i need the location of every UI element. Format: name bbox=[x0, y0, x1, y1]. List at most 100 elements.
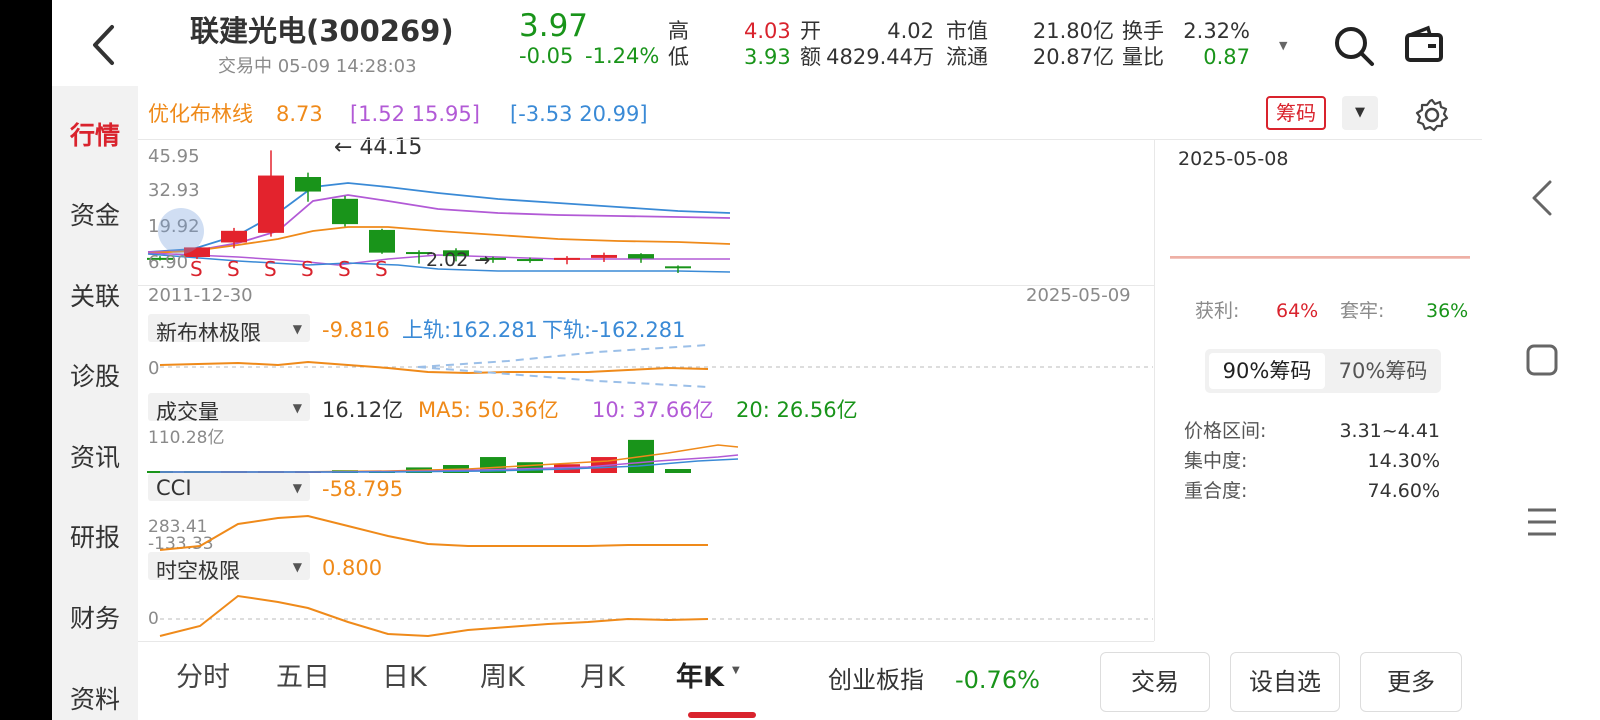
turnover-label: 换手 bbox=[1122, 19, 1164, 43]
chevron-down-icon: ▼ bbox=[292, 322, 302, 336]
concentration-label: 集中度: bbox=[1184, 450, 1248, 472]
add-watchlist-button[interactable]: 设自选 bbox=[1230, 652, 1340, 712]
tab-intraday[interactable]: 分时 bbox=[176, 655, 230, 694]
concentration-value: 14.30% bbox=[1367, 450, 1440, 472]
chevron-down-icon: ▼ bbox=[292, 401, 302, 415]
float-label: 流通 bbox=[946, 45, 988, 69]
chart-divider-vertical bbox=[1154, 139, 1155, 641]
trade-button[interactable]: 交易 bbox=[1100, 652, 1210, 712]
tab-five-day[interactable]: 五日 bbox=[276, 655, 330, 694]
system-home-icon[interactable] bbox=[1526, 344, 1558, 379]
nav-item-quotes[interactable]: 行情 bbox=[52, 116, 138, 152]
candle-body bbox=[628, 254, 654, 259]
indicator-range-2: [-3.53 20.99] bbox=[510, 102, 648, 126]
profit-label: 获利: bbox=[1195, 300, 1240, 322]
bollinger-lower: 下轨:-162.281 bbox=[542, 318, 686, 342]
chart-divider-top bbox=[138, 139, 1528, 140]
tab-weekly-k[interactable]: 周K bbox=[480, 655, 525, 694]
candle-body bbox=[665, 266, 691, 269]
bollinger-selector[interactable]: 新布林极限 ▼ bbox=[148, 314, 310, 345]
more-button[interactable]: 更多 bbox=[1360, 652, 1462, 712]
spacetime-chart[interactable] bbox=[138, 588, 1153, 638]
cci-selector[interactable]: CCI ▼ bbox=[148, 473, 310, 501]
nav-item-related[interactable]: 关联 bbox=[52, 277, 138, 313]
indicator-value: 8.73 bbox=[276, 102, 323, 126]
wallet-icon[interactable] bbox=[1404, 24, 1444, 67]
candle-body bbox=[591, 254, 617, 258]
system-menu-icon[interactable] bbox=[1526, 506, 1558, 541]
tab-chips-70[interactable]: 70%筹码 bbox=[1325, 353, 1441, 389]
trapped-label: 套牢: bbox=[1340, 300, 1385, 322]
back-icon[interactable] bbox=[90, 24, 116, 69]
vol-ratio-value: 0.87 bbox=[1203, 45, 1250, 69]
chevron-down-icon[interactable]: ▼ bbox=[732, 666, 740, 676]
tab-chips-90[interactable]: 90%筹码 bbox=[1209, 353, 1325, 389]
low-value: 3.93 bbox=[744, 45, 791, 69]
nav-item-research[interactable]: 研报 bbox=[52, 518, 138, 554]
nav-item-diagnosis[interactable]: 诊股 bbox=[52, 357, 138, 393]
y-label-max: 45.95 bbox=[148, 146, 200, 167]
bollinger-value: -9.816 bbox=[322, 318, 390, 342]
volume-ma20: 20: 26.56亿 bbox=[736, 398, 858, 422]
candle-body bbox=[554, 257, 580, 260]
mid-band-line bbox=[147, 194, 731, 253]
profit-value: 64% bbox=[1276, 300, 1319, 322]
low-label: 低 bbox=[668, 45, 689, 69]
tab-chips-70-label: 70%筹码 bbox=[1338, 359, 1428, 383]
nav-item-profile[interactable]: 资料 bbox=[52, 680, 138, 716]
spacetime-value: 0.800 bbox=[322, 556, 383, 580]
volume-bar bbox=[517, 462, 543, 473]
open-label: 开 bbox=[800, 19, 821, 43]
right-arrow-icon: → bbox=[474, 249, 491, 271]
tab-daily-k[interactable]: 日K bbox=[382, 655, 427, 694]
chart-divider-main bbox=[138, 285, 1154, 286]
mcap-value: 21.80亿 bbox=[1032, 19, 1114, 43]
candle-body bbox=[369, 229, 395, 253]
chart-start-date: 2011-12-30 bbox=[148, 285, 253, 306]
cci-value: -58.795 bbox=[322, 477, 404, 501]
bollinger-limit-chart[interactable] bbox=[138, 344, 1153, 390]
stock-detail-app: 联建光电(300269) 交易中 05-09 14:28:03 3.97 -0.… bbox=[52, 0, 1528, 720]
y-label-min: 6.90 bbox=[148, 252, 189, 273]
expand-header-icon[interactable]: ▼ bbox=[1279, 40, 1287, 51]
tab-yearly-k[interactable]: 年K bbox=[676, 655, 724, 694]
nav-item-finance[interactable]: 财务 bbox=[52, 599, 138, 635]
candle-body bbox=[517, 259, 543, 262]
chips-date: 2025-05-08 bbox=[1178, 148, 1289, 170]
chart-end-date: 2025-05-09 bbox=[1026, 285, 1131, 306]
y-label-2: 32.93 bbox=[148, 180, 200, 201]
open-value: 4.02 bbox=[887, 19, 934, 43]
search-icon[interactable] bbox=[1332, 24, 1376, 71]
amount-label: 额 bbox=[800, 45, 821, 69]
candlestick-chart[interactable] bbox=[138, 139, 1153, 285]
settings-gear-icon[interactable] bbox=[1414, 97, 1450, 136]
overlap-label: 重合度: bbox=[1184, 480, 1248, 502]
nav-item-funds[interactable]: 资金 bbox=[52, 196, 138, 232]
volume-chart[interactable] bbox=[138, 427, 1153, 475]
chart-options-dropdown[interactable]: ▼ bbox=[1342, 96, 1378, 130]
chips-button-label: 筹码 bbox=[1276, 101, 1316, 125]
tab-monthly-k[interactable]: 月K bbox=[580, 655, 625, 694]
price-change-pct: -1.24% bbox=[585, 44, 660, 68]
stock-title: 联建光电(300269) bbox=[190, 14, 454, 48]
index-change: -0.76% bbox=[955, 666, 1040, 694]
nav-item-news[interactable]: 资讯 bbox=[52, 438, 138, 474]
chips-distribution-chart[interactable] bbox=[1170, 170, 1470, 290]
system-back-icon[interactable] bbox=[1530, 180, 1554, 219]
current-price: 3.97 bbox=[519, 8, 589, 44]
indicator-name[interactable]: 优化布林线 bbox=[148, 104, 253, 125]
sell-signal-marker: S bbox=[190, 257, 203, 281]
crosshair-cursor-dot bbox=[158, 208, 204, 254]
candle-body bbox=[295, 177, 321, 192]
low-marker-value: 2.02 bbox=[426, 249, 469, 271]
spacetime-selector[interactable]: 时空极限 ▼ bbox=[148, 552, 310, 583]
volume-ma5: MA5: 50.36亿 bbox=[418, 398, 559, 422]
index-name[interactable]: 创业板指 bbox=[828, 668, 924, 692]
cci-chart[interactable] bbox=[138, 506, 1153, 552]
chevron-down-icon: ▼ bbox=[292, 560, 302, 574]
volume-value: 16.12亿 bbox=[322, 398, 404, 422]
volume-selector[interactable]: 成交量 ▼ bbox=[148, 393, 310, 424]
overlap-value: 74.60% bbox=[1367, 480, 1440, 502]
chips-button[interactable]: 筹码 bbox=[1266, 96, 1326, 130]
cci-selector-label: CCI bbox=[156, 476, 192, 500]
